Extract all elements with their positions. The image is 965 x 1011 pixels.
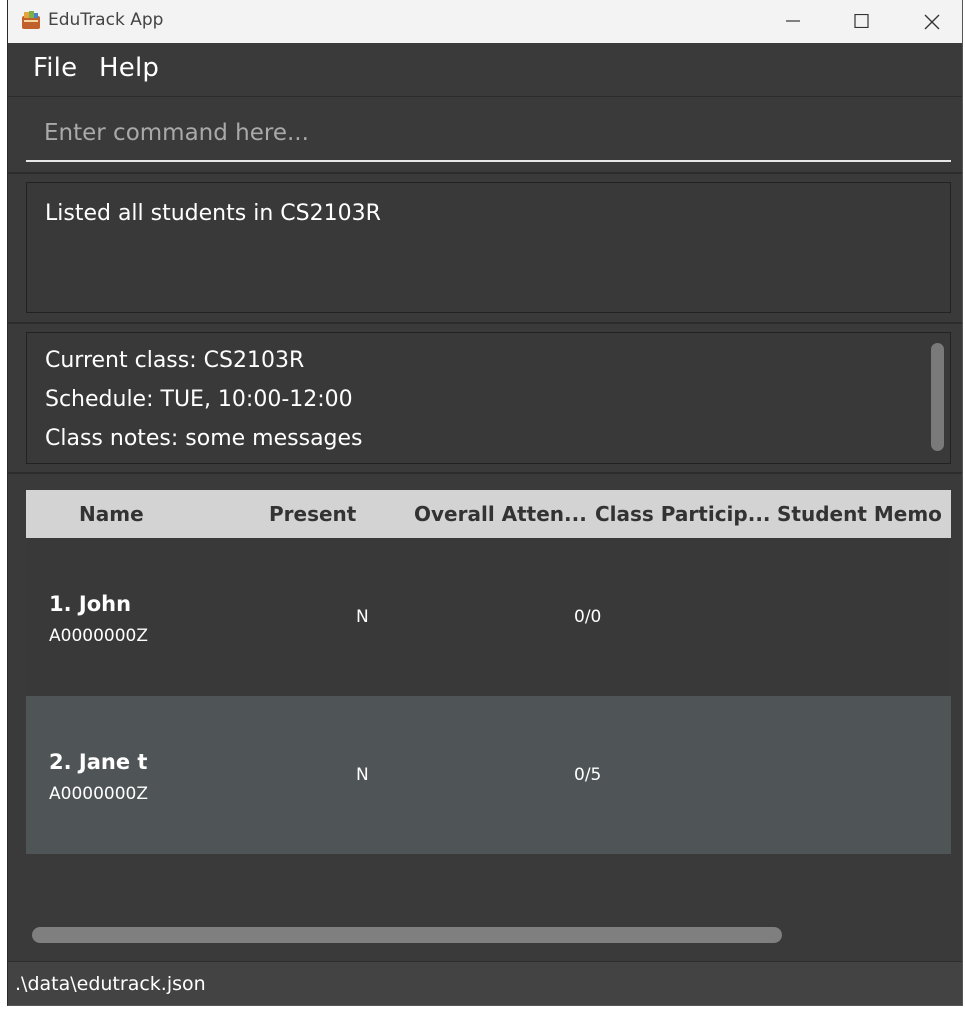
title-bar[interactable]: EduTrack App xyxy=(8,0,962,43)
column-header-student-memo[interactable]: Student Memo xyxy=(777,502,942,526)
menu-help[interactable]: Help xyxy=(99,53,159,83)
status-bar: .\data\edutrack.json xyxy=(8,961,962,1005)
student-name: 1. John xyxy=(49,592,132,616)
class-info-scrollbar[interactable] xyxy=(931,343,944,451)
app-logo-icon xyxy=(21,9,41,31)
result-display: Listed all students in CS2103R xyxy=(26,182,951,313)
table-header: Name Present Overall Atten... Class Part… xyxy=(26,490,951,538)
divider xyxy=(8,322,962,324)
menu-file[interactable]: File xyxy=(33,53,77,83)
current-class-label: Current class: CS2103R xyxy=(45,348,305,373)
column-header-present[interactable]: Present xyxy=(269,502,356,526)
column-header-overall-attendance[interactable]: Overall Atten... xyxy=(414,502,587,526)
table-row[interactable]: 2. Jane t A0000000Z N 0/5 xyxy=(26,696,951,854)
class-notes-label: Class notes: some messages xyxy=(45,426,363,451)
minimize-icon[interactable] xyxy=(778,8,808,34)
command-box xyxy=(26,107,951,162)
command-input[interactable] xyxy=(26,107,951,159)
class-info-panel: Current class: CS2103R Schedule: TUE, 10… xyxy=(26,332,951,464)
divider xyxy=(8,172,962,174)
divider xyxy=(8,472,962,474)
window-title: EduTrack App xyxy=(48,10,164,30)
present-status: N xyxy=(356,607,369,627)
close-icon[interactable] xyxy=(917,8,947,34)
student-name: 2. Jane t xyxy=(49,750,148,774)
menu-bar: File Help xyxy=(8,43,962,97)
student-table: Name Present Overall Atten... Class Part… xyxy=(26,490,951,854)
class-participation: 0/5 xyxy=(574,765,602,785)
app-window: EduTrack App File Help Listed all studen… xyxy=(7,0,963,1006)
student-id: A0000000Z xyxy=(49,784,148,804)
present-status: N xyxy=(356,765,369,785)
maximize-icon[interactable] xyxy=(846,8,876,34)
data-file-path: .\data\edutrack.json xyxy=(15,973,206,995)
schedule-label: Schedule: TUE, 10:00-12:00 xyxy=(45,387,353,412)
result-message: Listed all students in CS2103R xyxy=(45,201,381,226)
column-header-name[interactable]: Name xyxy=(79,502,144,526)
table-row[interactable]: 1. John A0000000Z N 0/0 xyxy=(26,538,951,696)
class-participation: 0/0 xyxy=(574,607,602,627)
student-id: A0000000Z xyxy=(49,626,148,646)
horizontal-scrollbar[interactable] xyxy=(32,927,782,943)
column-header-class-participation[interactable]: Class Particip... xyxy=(595,502,771,526)
